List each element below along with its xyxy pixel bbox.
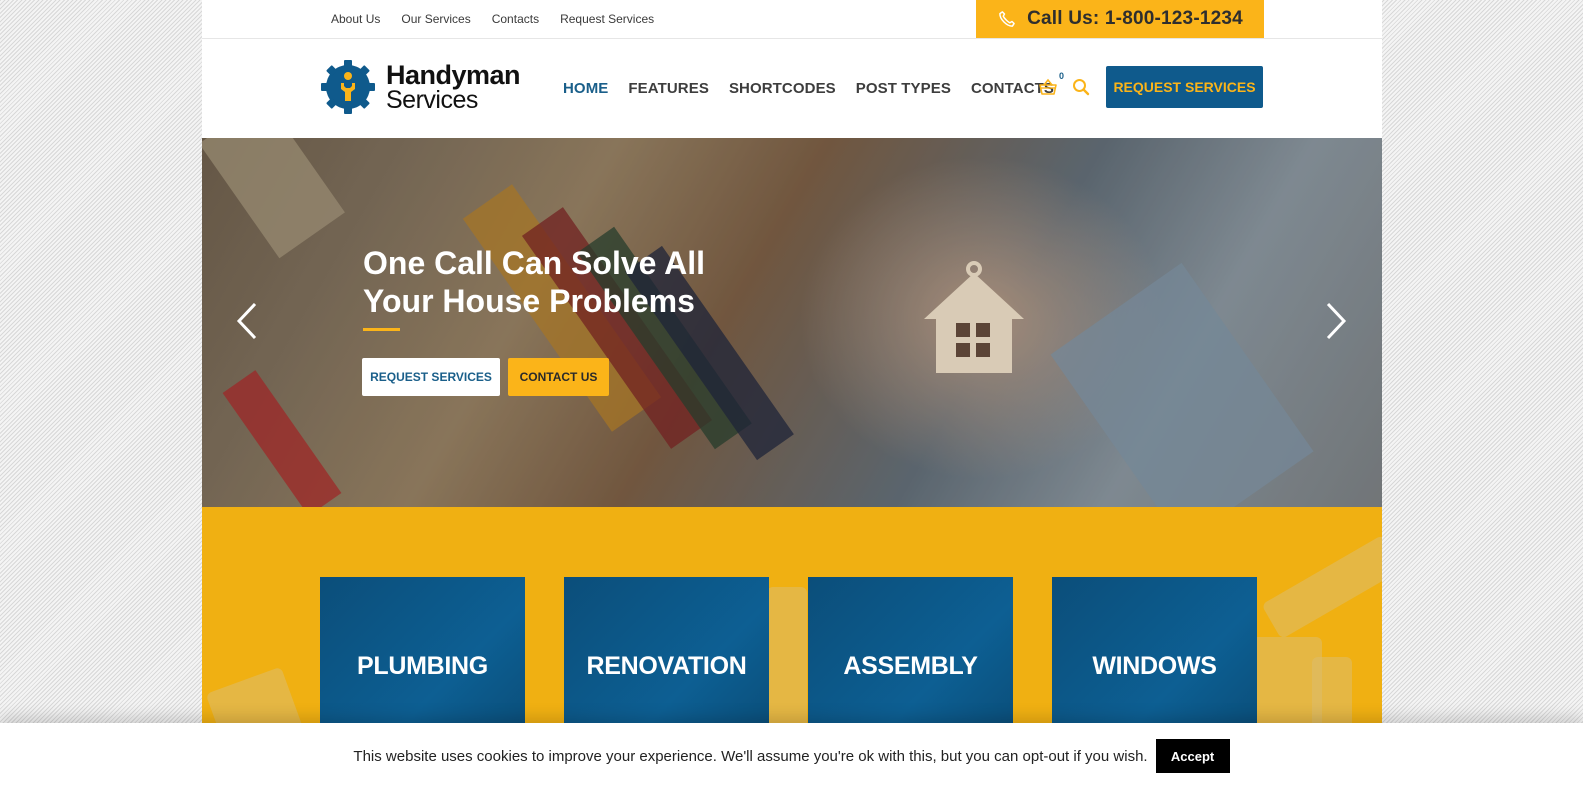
header-icons: 0 xyxy=(1038,71,1090,97)
phone-icon xyxy=(999,11,1015,27)
top-link-our-services[interactable]: Our Services xyxy=(401,12,470,26)
chevron-right-icon[interactable] xyxy=(1324,301,1348,341)
cart-count-badge: 0 xyxy=(1058,71,1064,81)
main-header: Handyman Services HOME FEATURES SHORTCOD… xyxy=(202,39,1382,138)
cookie-accept-button[interactable]: Accept xyxy=(1155,739,1230,773)
nav-features[interactable]: FEATURES xyxy=(628,80,709,97)
hero-request-services-button[interactable]: REQUEST SERVICES xyxy=(362,358,500,396)
hero-contact-us-button[interactable]: CONTACT US xyxy=(508,358,609,396)
nav-post-types[interactable]: POST TYPES xyxy=(856,80,951,97)
nav-home[interactable]: HOME xyxy=(563,80,608,97)
hero-slider: One Call Can Solve All Your House Proble… xyxy=(202,138,1382,507)
header-request-services-button[interactable]: REQUEST SERVICES xyxy=(1106,66,1263,108)
hero-overlay xyxy=(202,138,1382,507)
basket-icon xyxy=(1039,78,1057,95)
bg-tool-shape xyxy=(1261,534,1382,640)
top-links: About Us Our Services Contacts Request S… xyxy=(331,0,654,38)
top-bar: About Us Our Services Contacts Request S… xyxy=(202,0,1382,39)
call-us-text: Call Us: 1-800-123-1234 xyxy=(1027,8,1243,29)
chevron-left-icon[interactable] xyxy=(235,301,259,341)
site-logo[interactable]: Handyman Services xyxy=(320,59,521,115)
gear-logo-icon xyxy=(321,60,375,114)
page-container: About Us Our Services Contacts Request S… xyxy=(202,0,1382,789)
call-us-box[interactable]: Call Us: 1-800-123-1234 xyxy=(976,0,1264,38)
search-icon[interactable] xyxy=(1072,78,1090,96)
cookie-message: This website uses cookies to improve you… xyxy=(353,747,1148,765)
service-card-label: PLUMBING xyxy=(357,651,488,680)
main-nav: HOME FEATURES SHORTCODES POST TYPES CONT… xyxy=(563,39,1054,138)
house-icon xyxy=(924,261,1024,373)
logo-title: Handyman xyxy=(386,59,521,90)
hero-title: One Call Can Solve All Your House Proble… xyxy=(363,245,706,319)
top-link-contacts[interactable]: Contacts xyxy=(492,12,539,26)
top-link-request-services[interactable]: Request Services xyxy=(560,12,654,26)
top-link-about-us[interactable]: About Us xyxy=(331,12,380,26)
service-card-label: ASSEMBLY xyxy=(843,651,978,680)
logo-subtitle: Services xyxy=(386,85,478,114)
cart-button[interactable]: 0 xyxy=(1038,71,1064,97)
cookie-banner: This website uses cookies to improve you… xyxy=(0,723,1583,789)
bg-tool-shape xyxy=(767,587,807,737)
nav-shortcodes[interactable]: SHORTCODES xyxy=(729,80,836,97)
service-card-label: RENOVATION xyxy=(586,651,747,680)
hero-title-underline xyxy=(363,328,400,331)
service-card-label: WINDOWS xyxy=(1092,651,1217,680)
